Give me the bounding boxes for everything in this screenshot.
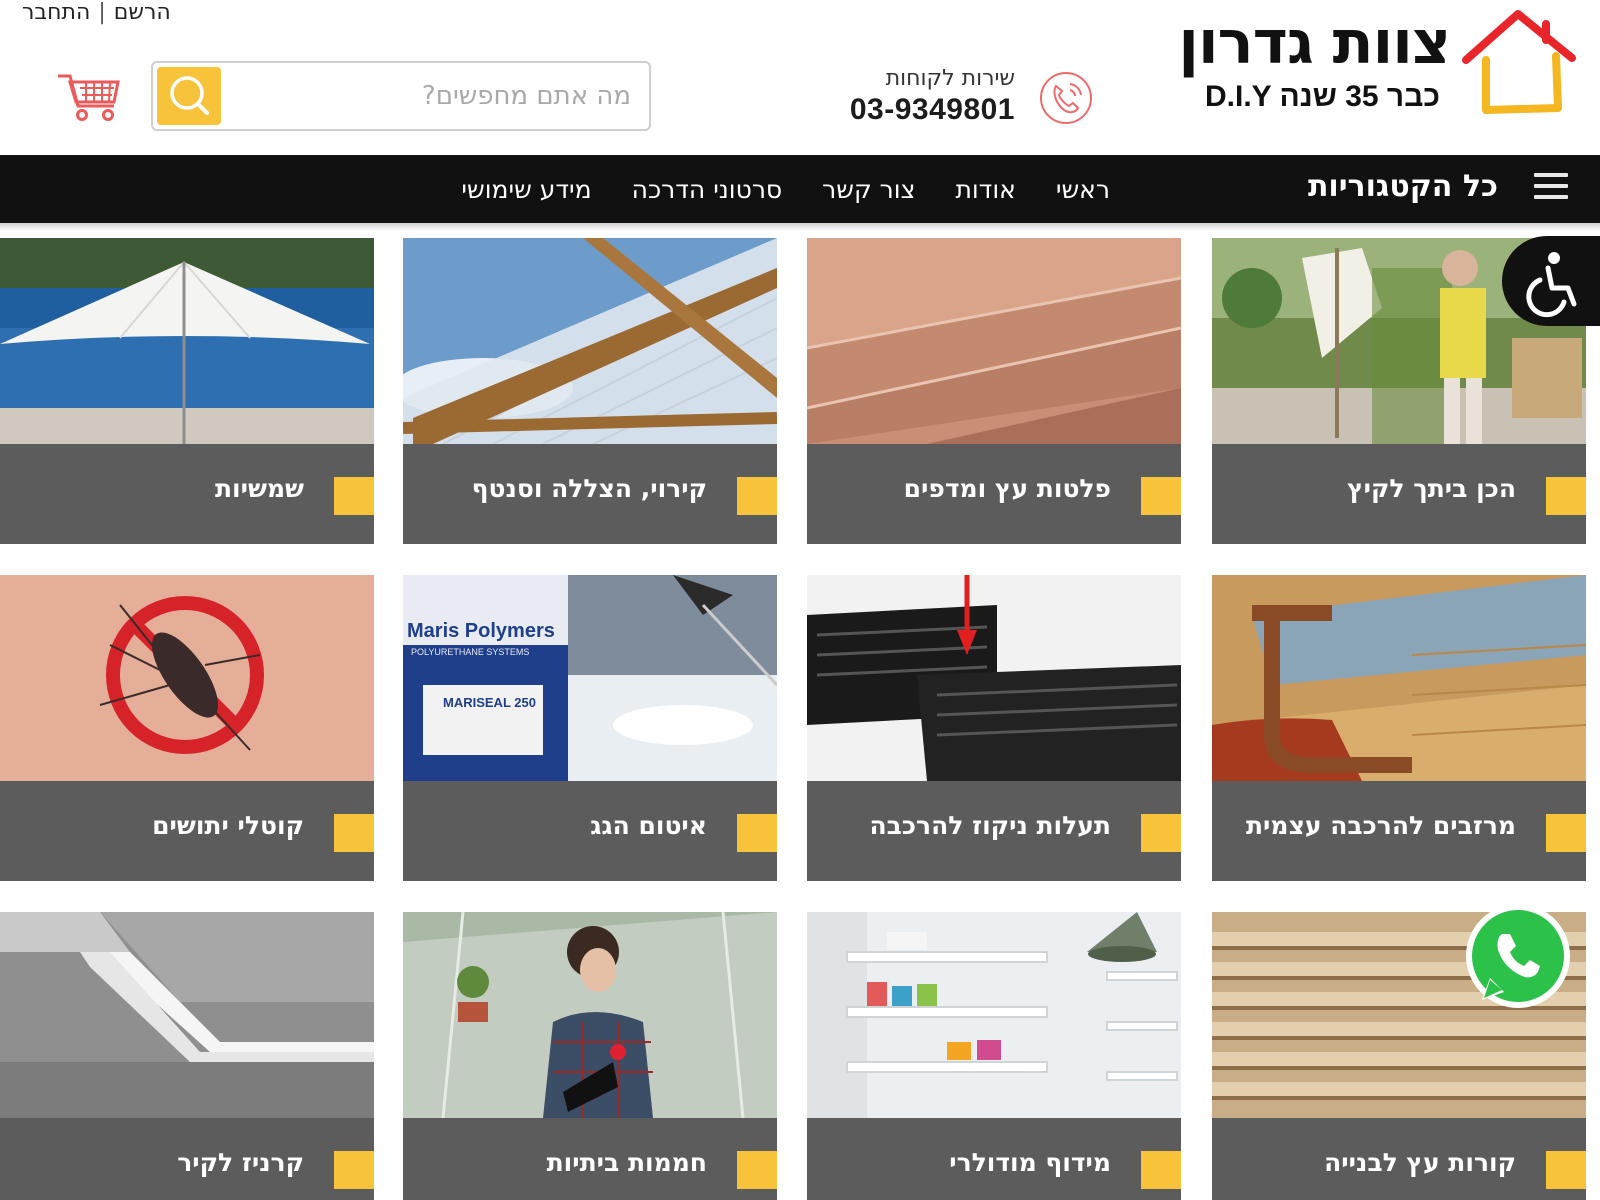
- category-bar: קוטלי יתושים: [0, 781, 374, 881]
- category-image: [807, 575, 1181, 781]
- category-marker: [737, 477, 777, 515]
- house-logo-icon: [1460, 8, 1578, 118]
- category-marker: [334, 1151, 374, 1189]
- category-label: קורות עץ לבנייה: [1324, 1148, 1516, 1177]
- category-bar: קרניז לקיר: [0, 1118, 374, 1200]
- category-image: Maris Polymers POLYURETHANE SYSTEMS MARI…: [403, 575, 777, 781]
- category-label: קרניז לקיר: [177, 1148, 304, 1177]
- category-image: [807, 238, 1181, 444]
- site-header: הרשם | התחבר שירות לקוחות 03-9349801: [0, 0, 1600, 155]
- category-tile[interactable]: תעלות ניקוז להרכבה: [807, 575, 1181, 881]
- whatsapp-icon: [1466, 904, 1570, 1008]
- search-button[interactable]: [157, 67, 221, 125]
- nav-shadow: [0, 223, 1600, 231]
- hamburger-icon[interactable]: [1534, 173, 1568, 203]
- category-label: חממות ביתיות: [546, 1148, 707, 1177]
- category-tile[interactable]: מרזבים להרכבה עצמית: [1212, 575, 1586, 881]
- category-bar: מרזבים להרכבה עצמית: [1212, 781, 1586, 881]
- category-tile[interactable]: Maris Polymers POLYURETHANE SYSTEMS MARI…: [403, 575, 777, 881]
- site-logo[interactable]: צוות גדרון D.I.Y כבר 35 שנה: [1150, 6, 1600, 118]
- category-image: [403, 238, 777, 444]
- all-categories-button[interactable]: כל הקטגוריות: [1308, 169, 1498, 204]
- category-label: שמשיות: [214, 474, 304, 503]
- category-tile[interactable]: מידוף מודולרי: [807, 912, 1181, 1200]
- category-tile[interactable]: קוטלי יתושים: [0, 575, 374, 881]
- category-bar: חממות ביתיות: [403, 1118, 777, 1200]
- category-bar: הכן ביתך לקיץ: [1212, 444, 1586, 544]
- auth-links: הרשם | התחבר: [22, 0, 171, 25]
- nav-info[interactable]: מידע שימושי: [461, 175, 591, 204]
- category-marker: [737, 1151, 777, 1189]
- nav-about[interactable]: אודות: [955, 175, 1015, 204]
- phone-icon: [1038, 70, 1094, 126]
- category-image: [1212, 575, 1586, 781]
- category-label: מידוף מודולרי: [949, 1148, 1111, 1177]
- accessibility-button[interactable]: [1502, 236, 1600, 326]
- category-marker: [1141, 477, 1181, 515]
- cart-icon[interactable]: [56, 72, 122, 122]
- category-bar: איטום הגג: [403, 781, 777, 881]
- category-marker: [1546, 477, 1586, 515]
- roof-coating-brand: Maris Polymers: [407, 620, 555, 642]
- main-nav: כל הקטגוריות ראשי אודות צור קשר סרטוני ה…: [0, 155, 1600, 223]
- category-label: קירוי, הצללה וסנטף: [471, 474, 707, 503]
- nav-videos[interactable]: סרטוני הדרכה: [632, 175, 783, 204]
- category-marker: [737, 814, 777, 852]
- category-image: [0, 238, 374, 444]
- category-label: הכן ביתך לקיץ: [1347, 474, 1516, 503]
- category-label: איטום הגג: [590, 811, 707, 840]
- service-label: שירות לקוחות: [885, 66, 1015, 91]
- category-marker: [334, 477, 374, 515]
- category-bar: תעלות ניקוז להרכבה: [807, 781, 1181, 881]
- category-label: מרזבים להרכבה עצמית: [1245, 811, 1516, 840]
- auth-separator: |: [98, 0, 106, 25]
- category-marker: [1141, 1151, 1181, 1189]
- category-image: [0, 912, 374, 1118]
- nav-home[interactable]: ראשי: [1056, 175, 1110, 204]
- category-marker: [1141, 814, 1181, 852]
- category-label: קוטלי יתושים: [152, 811, 304, 840]
- category-bar: קורות עץ לבנייה: [1212, 1118, 1586, 1200]
- search-input[interactable]: [231, 71, 631, 121]
- category-tile[interactable]: קירוי, הצללה וסנטף: [403, 238, 777, 544]
- search-icon: [170, 76, 209, 115]
- category-tile[interactable]: קרניז לקיר: [0, 912, 374, 1200]
- nav-links: ראשי אודות צור קשר סרטוני הדרכה מידע שימ…: [421, 175, 1110, 204]
- search-box: [151, 61, 651, 131]
- category-label: פלטות עץ ומדפים: [903, 474, 1111, 503]
- logo-title: צוות גדרון: [1178, 8, 1451, 78]
- register-link[interactable]: הרשם: [114, 0, 171, 25]
- nav-contact[interactable]: צור קשר: [822, 175, 915, 204]
- category-image: [0, 575, 374, 781]
- logo-subtitle: D.I.Y כבר 35 שנה: [1205, 80, 1440, 113]
- category-image: [807, 912, 1181, 1118]
- category-bar: פלטות עץ ומדפים: [807, 444, 1181, 544]
- category-marker: [1546, 814, 1586, 852]
- category-bar: קירוי, הצללה וסנטף: [403, 444, 777, 544]
- roof-coating-product: MARISEAL 250: [443, 695, 536, 710]
- login-link[interactable]: התחבר: [22, 0, 90, 25]
- customer-service: שירות לקוחות 03-9349801: [830, 66, 1015, 128]
- category-tile[interactable]: פלטות עץ ומדפים: [807, 238, 1181, 544]
- roof-coating-sub: POLYURETHANE SYSTEMS: [411, 647, 529, 657]
- whatsapp-button[interactable]: [1460, 900, 1576, 1016]
- service-phone[interactable]: 03-9349801: [830, 92, 1015, 128]
- category-marker: [334, 814, 374, 852]
- category-image: [403, 912, 777, 1118]
- category-label: תעלות ניקוז להרכבה: [869, 811, 1111, 840]
- category-marker: [1546, 1151, 1586, 1189]
- category-bar: מידוף מודולרי: [807, 1118, 1181, 1200]
- category-tile[interactable]: חממות ביתיות: [403, 912, 777, 1200]
- category-tile[interactable]: שמשיות: [0, 238, 374, 544]
- accessibility-icon: [1526, 252, 1577, 318]
- category-bar: שמשיות: [0, 444, 374, 544]
